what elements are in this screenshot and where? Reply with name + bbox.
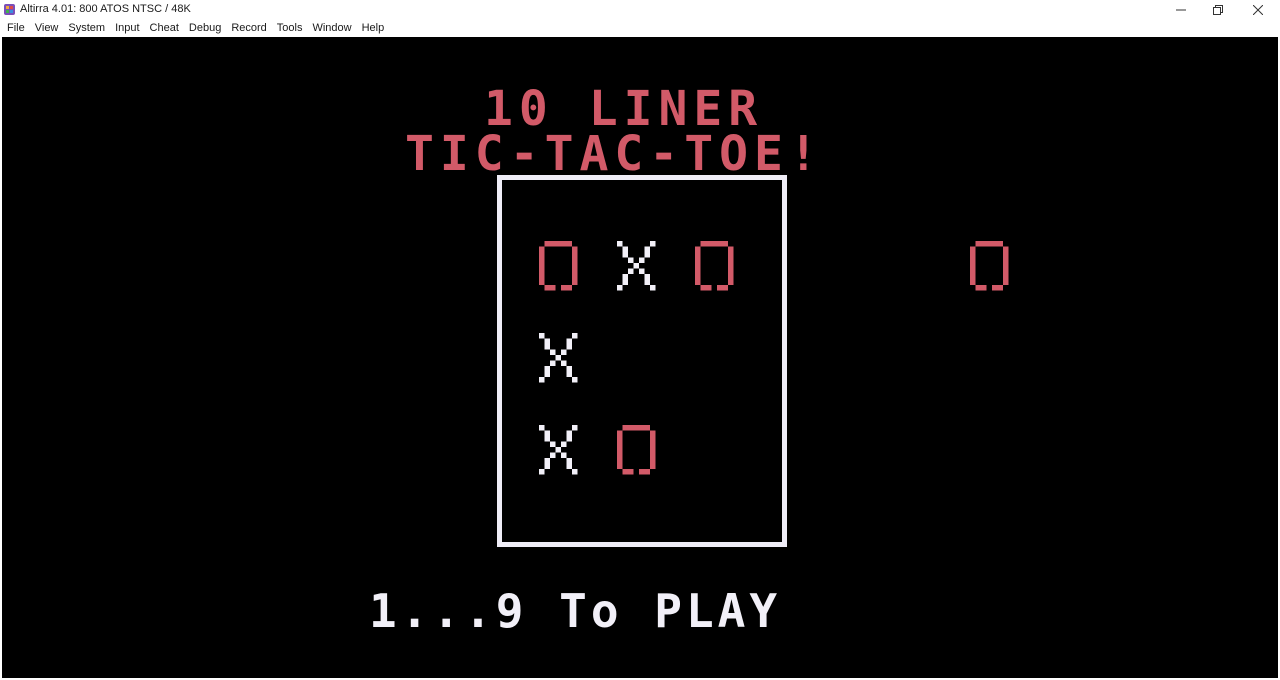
minimize-button[interactable] xyxy=(1163,0,1199,19)
o-mark xyxy=(539,241,578,291)
o-mark xyxy=(695,241,734,291)
restore-button[interactable] xyxy=(1200,0,1236,19)
x-mark xyxy=(539,425,578,475)
emulator-screen[interactable]: 10 LINER TIC-TAC-TOE! 1...9 To PLAY xyxy=(2,37,1278,678)
x-mark xyxy=(617,241,656,291)
menu-bar: File View System Input Cheat Debug Recor… xyxy=(0,19,1280,37)
menu-system[interactable]: System xyxy=(63,19,110,37)
o-mark xyxy=(617,425,656,475)
board-cell-9[interactable] xyxy=(695,425,741,479)
menu-record[interactable]: Record xyxy=(226,19,271,37)
game-title-line2: TIC-TAC-TOE! xyxy=(405,126,824,182)
menu-tools[interactable]: Tools xyxy=(272,19,308,37)
menu-window[interactable]: Window xyxy=(307,19,356,37)
menu-file[interactable]: File xyxy=(2,19,30,37)
menu-input[interactable]: Input xyxy=(110,19,144,37)
board-cell-3[interactable] xyxy=(695,241,741,295)
board-cell-7[interactable] xyxy=(539,425,585,479)
window-title: Altirra 4.01: 800 ATOS NTSC / 48K xyxy=(20,3,191,15)
menu-debug[interactable]: Debug xyxy=(184,19,226,37)
board-cell-6[interactable] xyxy=(695,333,741,387)
play-prompt: 1...9 To PLAY xyxy=(369,584,782,638)
board-cell-1[interactable] xyxy=(539,241,585,295)
altirra-logo-icon xyxy=(3,3,16,16)
menu-cheat[interactable]: Cheat xyxy=(145,19,184,37)
close-button[interactable] xyxy=(1240,0,1276,19)
restore-icon xyxy=(1213,4,1223,15)
board-cell-2[interactable] xyxy=(617,241,663,295)
o-mark xyxy=(970,241,1009,291)
x-mark xyxy=(539,333,578,383)
board-cell-4[interactable] xyxy=(539,333,585,387)
next-piece-indicator xyxy=(970,241,1016,295)
menu-help[interactable]: Help xyxy=(357,19,390,37)
close-icon xyxy=(1253,4,1263,15)
board-cell-8[interactable] xyxy=(617,425,663,479)
title-bar[interactable]: Altirra 4.01: 800 ATOS NTSC / 48K xyxy=(0,0,1280,19)
game-title-line1: 10 LINER xyxy=(484,81,764,137)
menu-view[interactable]: View xyxy=(30,19,64,37)
board-cell-5[interactable] xyxy=(617,333,663,387)
minimize-icon xyxy=(1176,9,1186,10)
